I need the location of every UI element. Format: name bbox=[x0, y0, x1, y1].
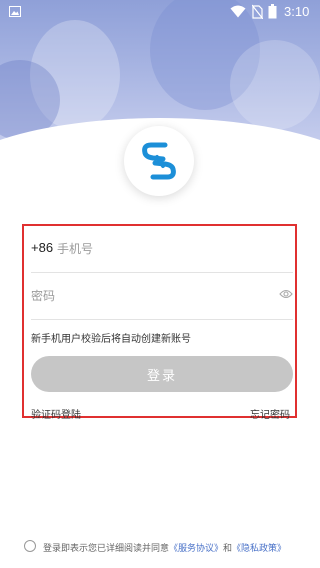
phone-row: +86 bbox=[31, 226, 293, 273]
eye-icon[interactable] bbox=[279, 288, 293, 300]
login-button[interactable]: 登录 bbox=[31, 356, 293, 392]
agreement-row: 登录即表示您已详细阅读并同意《服务协议》和《隐私政策》 bbox=[24, 539, 314, 555]
wifi-icon bbox=[230, 5, 246, 18]
status-time: 3:10 bbox=[284, 4, 310, 19]
forgot-password-link[interactable]: 忘记密码 bbox=[250, 406, 290, 421]
login-form: +86 新手机用户校验后将自动创建新账号 登录 验证码登陆 忘记密码 bbox=[22, 224, 297, 421]
country-code[interactable]: +86 bbox=[31, 240, 53, 255]
agreement-checkbox[interactable] bbox=[24, 540, 36, 552]
image-notification-icon bbox=[9, 6, 21, 17]
brand-logo-icon bbox=[142, 142, 176, 180]
app-logo bbox=[124, 126, 194, 196]
agreement-text: 登录即表示您已详细阅读并同意《服务协议》和《隐私政策》 bbox=[43, 541, 286, 554]
new-user-hint: 新手机用户校验后将自动创建新账号 bbox=[31, 334, 191, 345]
password-row bbox=[31, 273, 293, 320]
agreement-prefix: 登录即表示您已详细阅读并同意 bbox=[43, 544, 170, 554]
no-sim-icon bbox=[252, 4, 263, 19]
service-agreement-link[interactable]: 《服务协议》 bbox=[169, 544, 223, 554]
status-bar: 3:10 bbox=[0, 0, 320, 24]
phone-input[interactable] bbox=[57, 237, 277, 261]
privacy-policy-link[interactable]: 《隐私政策》 bbox=[232, 544, 286, 554]
agreement-conjunction: 和 bbox=[223, 544, 233, 554]
battery-icon bbox=[268, 4, 277, 19]
password-input[interactable] bbox=[31, 284, 261, 308]
sms-login-link[interactable]: 验证码登陆 bbox=[31, 406, 81, 421]
